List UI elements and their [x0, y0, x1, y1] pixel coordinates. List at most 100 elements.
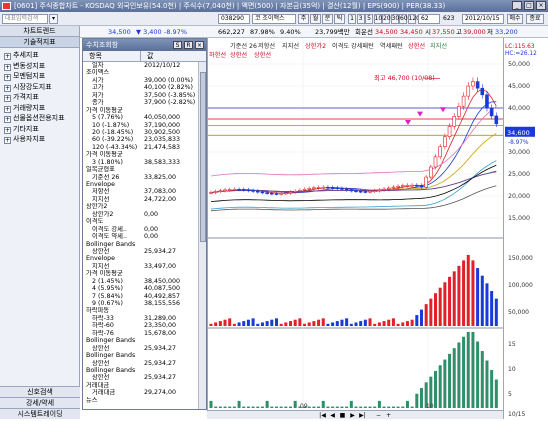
nav-pause-icon[interactable]: ■	[339, 412, 346, 419]
code-input[interactable]: 038290	[218, 14, 250, 24]
expand-icon[interactable]: +	[4, 105, 11, 113]
amount-bar	[251, 406, 255, 408]
nav-header[interactable]: 차트트렌드	[0, 26, 79, 37]
expand-icon[interactable]: +	[4, 63, 11, 71]
zoom-in-icon[interactable]: +	[385, 412, 392, 419]
amount-bar	[228, 406, 232, 408]
nav-item[interactable]: + 모멘텀지표	[4, 71, 79, 82]
week-button[interactable]: 주	[298, 14, 309, 24]
price-change: ▼ 3,400	[136, 28, 162, 36]
nav-bottom-button[interactable]: 강세/약세	[0, 397, 80, 408]
panel-row-value	[141, 382, 206, 389]
panel-scrollbar[interactable]	[198, 62, 206, 409]
panel-close-icon[interactable]: ×	[195, 41, 204, 49]
panel-row-key: 5 (7.76%)	[92, 114, 123, 122]
volume-bar	[429, 298, 433, 326]
close-chart-button[interactable]: 종료	[526, 14, 544, 24]
current-price: 34,500	[108, 28, 131, 36]
nav-next-icon[interactable]: ▶	[349, 412, 356, 419]
count-input[interactable]: 62	[418, 14, 440, 24]
panel-row-value: 0,00	[144, 225, 159, 233]
candle-body	[410, 184, 414, 187]
minute-button[interactable]: 분	[322, 14, 333, 24]
interval-button-1[interactable]: 1	[348, 14, 356, 24]
panel-row: 상한선 25,934,27	[83, 345, 206, 352]
panel-row-key: 상한선	[92, 247, 110, 255]
nav-subheader[interactable]: 기술적지표	[0, 37, 79, 48]
panel-row-value	[141, 352, 206, 359]
nav-bottom-button[interactable]: 시스템트레이딩	[0, 408, 80, 419]
panel-row-key: Bollinger Bands	[86, 240, 136, 248]
amount-bar	[359, 406, 363, 408]
expand-icon[interactable]: +	[4, 53, 11, 60]
buy-order-button[interactable]: 매수	[507, 14, 523, 24]
panel-row-key: 뉴스	[86, 396, 98, 404]
close-button[interactable]: ×	[536, 1, 546, 10]
interval-button-60[interactable]: 60	[399, 14, 408, 24]
nav-item[interactable]: + 추세지표	[4, 50, 79, 61]
volume-bar	[457, 265, 461, 326]
date-input[interactable]: 2012/10/15	[462, 14, 504, 24]
nav-item[interactable]: + 선물옵션전용지표	[4, 113, 79, 124]
interval-button-30[interactable]: 30	[390, 14, 399, 24]
nav-item[interactable]: + 시장강도지표	[4, 82, 79, 93]
chart-area[interactable]: 기준선 26 저항선 지지선 상한가2 이격도 강세패턴 역세패턴 상한선 지지선 하한선 상한선…	[207, 38, 504, 410]
nav-bottom-button[interactable]: 신호검색	[0, 386, 80, 397]
quote-bar: 34,500 ▼ 3,400 -8.97% 662,227 87.98% 9.4…	[0, 26, 548, 38]
panel-row-value: 40,492,857	[144, 292, 181, 300]
zoom-out-icon[interactable]: −	[375, 412, 382, 419]
panel-row-value: 25,934,27	[144, 359, 177, 367]
panel-row: 가격 이동평균	[83, 270, 206, 277]
nav-item[interactable]: + 가격지표	[4, 92, 79, 103]
candle-body	[260, 191, 265, 194]
nav-first-icon[interactable]: |◀	[319, 412, 326, 419]
panel-s-button[interactable]: S	[173, 41, 182, 49]
nav-last-icon[interactable]: ▶|	[359, 412, 366, 419]
expand-icon[interactable]: +	[4, 126, 11, 134]
nav-item[interactable]: + 기타지표	[4, 124, 79, 135]
stock-name-field[interactable]: 코 조이맥스	[252, 14, 296, 24]
candle-body	[471, 81, 475, 87]
nav-item[interactable]: + 변동성지표	[4, 61, 79, 72]
panel-row-value: 31,289,00	[144, 314, 177, 322]
tick-button[interactable]: 틱	[334, 14, 345, 24]
panel-row: 고가 40,100 (2.82%)	[83, 84, 206, 91]
month-button[interactable]: 월	[310, 14, 321, 24]
panel-r-button[interactable]: R	[184, 41, 193, 49]
panel-row-key: 2 (1.45%)	[92, 277, 123, 285]
amount-bar	[434, 370, 438, 408]
close-label: 저	[487, 28, 493, 36]
search-icon[interactable]: ▾	[49, 14, 58, 24]
window-title-bar: [0601] 주식종합차트 - KOSDAQ 외국인보유(54.0천) | 주식…	[0, 0, 548, 12]
expand-icon[interactable]: +	[4, 137, 11, 144]
volume-bar	[345, 318, 349, 326]
panel-row-key: 상한선	[92, 359, 110, 367]
nav-item-label: 변동성지표	[13, 61, 46, 70]
volume-bar	[303, 323, 307, 326]
nav-item[interactable]: + 사용자지표	[4, 134, 79, 145]
minimize-button[interactable]: _	[512, 1, 522, 10]
nav-item[interactable]: + 거래량지표	[4, 103, 79, 114]
panel-scroll-thumb[interactable]	[200, 72, 206, 242]
interval-button-120[interactable]: 120	[407, 14, 420, 24]
volume-bar	[419, 309, 423, 326]
panel-row-value	[141, 397, 206, 404]
expand-icon[interactable]: +	[4, 74, 11, 81]
nav-prev-icon[interactable]: ◀	[329, 412, 336, 419]
expand-icon[interactable]: +	[4, 116, 11, 123]
expand-icon[interactable]: +	[4, 95, 11, 102]
volume-bar	[363, 319, 367, 326]
interval-button-3[interactable]: 3	[356, 14, 365, 24]
interval-button-20[interactable]: 20	[382, 14, 391, 24]
candle-body	[340, 188, 344, 190]
expand-icon[interactable]: +	[4, 84, 11, 92]
interval-button-10[interactable]: 10	[373, 14, 382, 24]
maximize-button[interactable]: □	[524, 1, 534, 10]
amount-bar	[457, 342, 461, 408]
search-input[interactable]: 대표입력검색	[2, 14, 48, 24]
panel-row-value: 30,902,500	[144, 128, 181, 136]
amount-bar	[265, 400, 269, 408]
panel-row: Envelope	[83, 181, 206, 188]
legend-label: 상한가2	[305, 42, 326, 50]
interval-button-5[interactable]: 5	[365, 14, 373, 24]
